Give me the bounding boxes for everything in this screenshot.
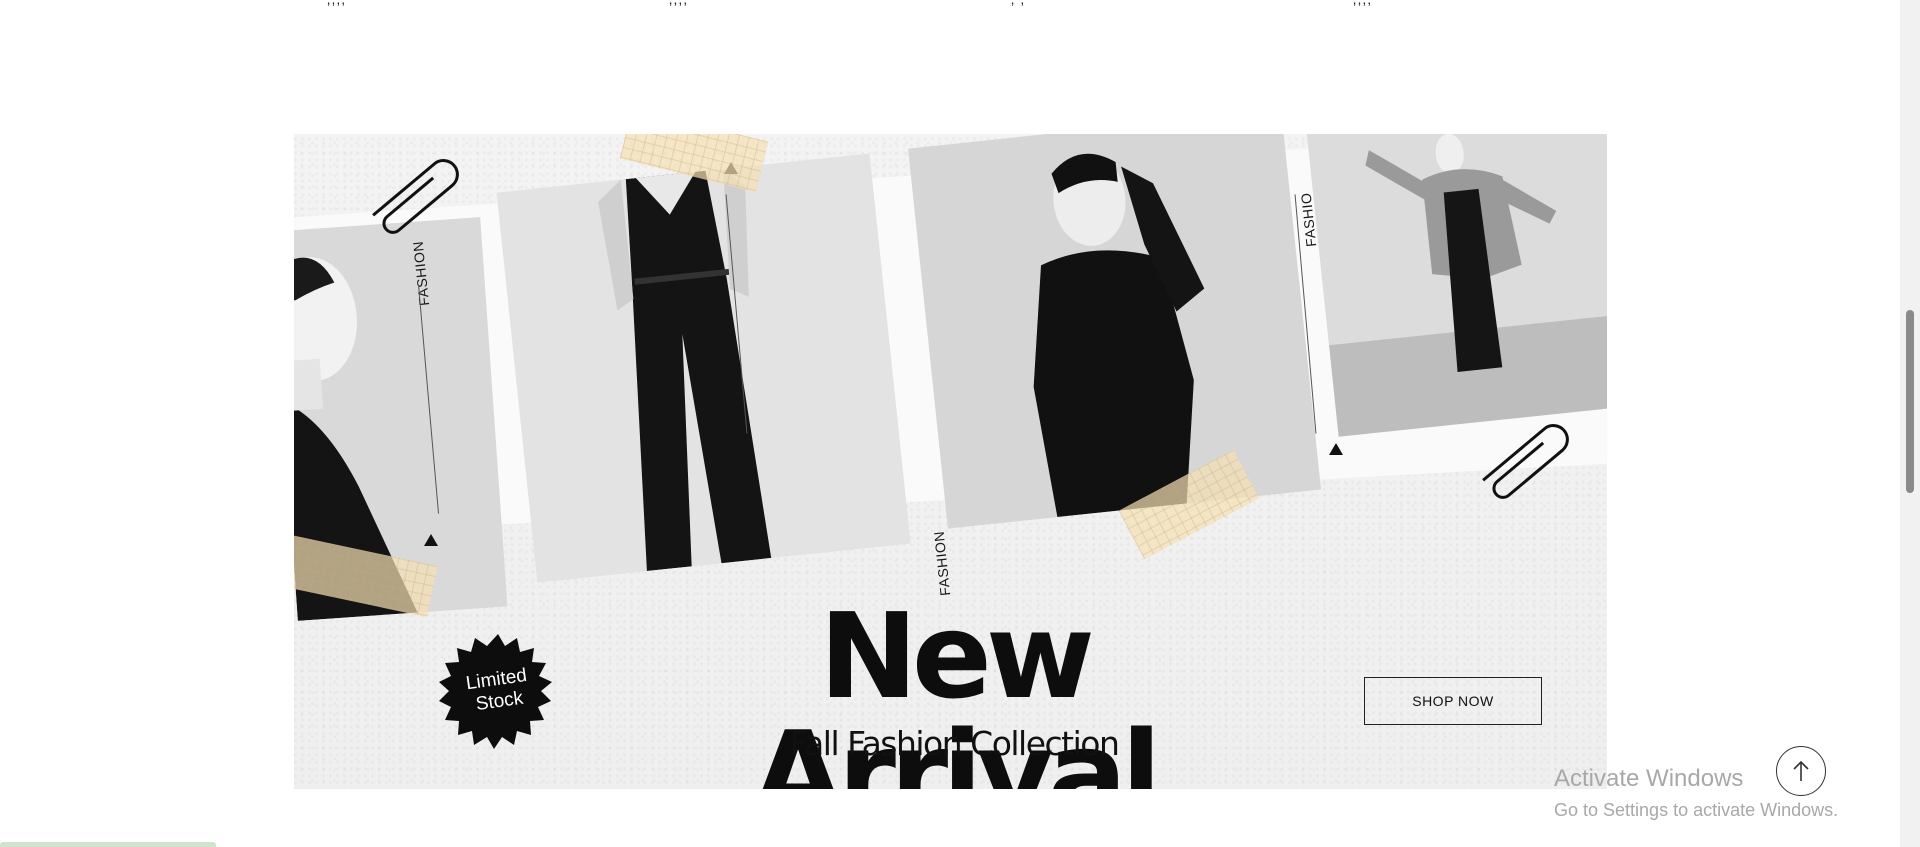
limited-stock-badge: Limited Stock	[437, 632, 559, 754]
activate-windows-subtitle: Go to Settings to activate Windows.	[1554, 800, 1839, 820]
oversized-blazer-image	[1304, 134, 1607, 437]
activate-windows-title: Activate Windows	[1554, 765, 1744, 792]
shop-now-button[interactable]: SHOP NOW	[1364, 677, 1542, 725]
previous-section-fragment: ' ,,,, ' ,,,, ' , , ' ,,,,	[0, 0, 1900, 8]
photo-oversized-blazer	[1304, 134, 1607, 437]
pinstripe-outfit-image	[496, 153, 911, 583]
photo-leather-jacket	[908, 134, 1321, 529]
triangle-marker-icon	[1329, 443, 1343, 455]
page-load-progress	[0, 842, 216, 847]
leather-jacket-image	[908, 134, 1321, 529]
banner-subheadline: Fall Fashion Collection	[789, 724, 1120, 763]
paperclip-icon	[1482, 424, 1569, 499]
photo-pinstripe-outfit	[496, 153, 911, 583]
arrow-up-icon	[1793, 760, 1809, 781]
paperclip-icon	[372, 159, 459, 234]
page-scrollbar[interactable]	[1900, 0, 1920, 847]
triangle-marker-icon	[424, 534, 438, 546]
back-to-top-button[interactable]	[1776, 746, 1826, 796]
scrollbar-thumb[interactable]	[1906, 310, 1914, 493]
new-arrival-banner: FASHION FASHION FASHIO Limited Stock New…	[294, 134, 1607, 789]
